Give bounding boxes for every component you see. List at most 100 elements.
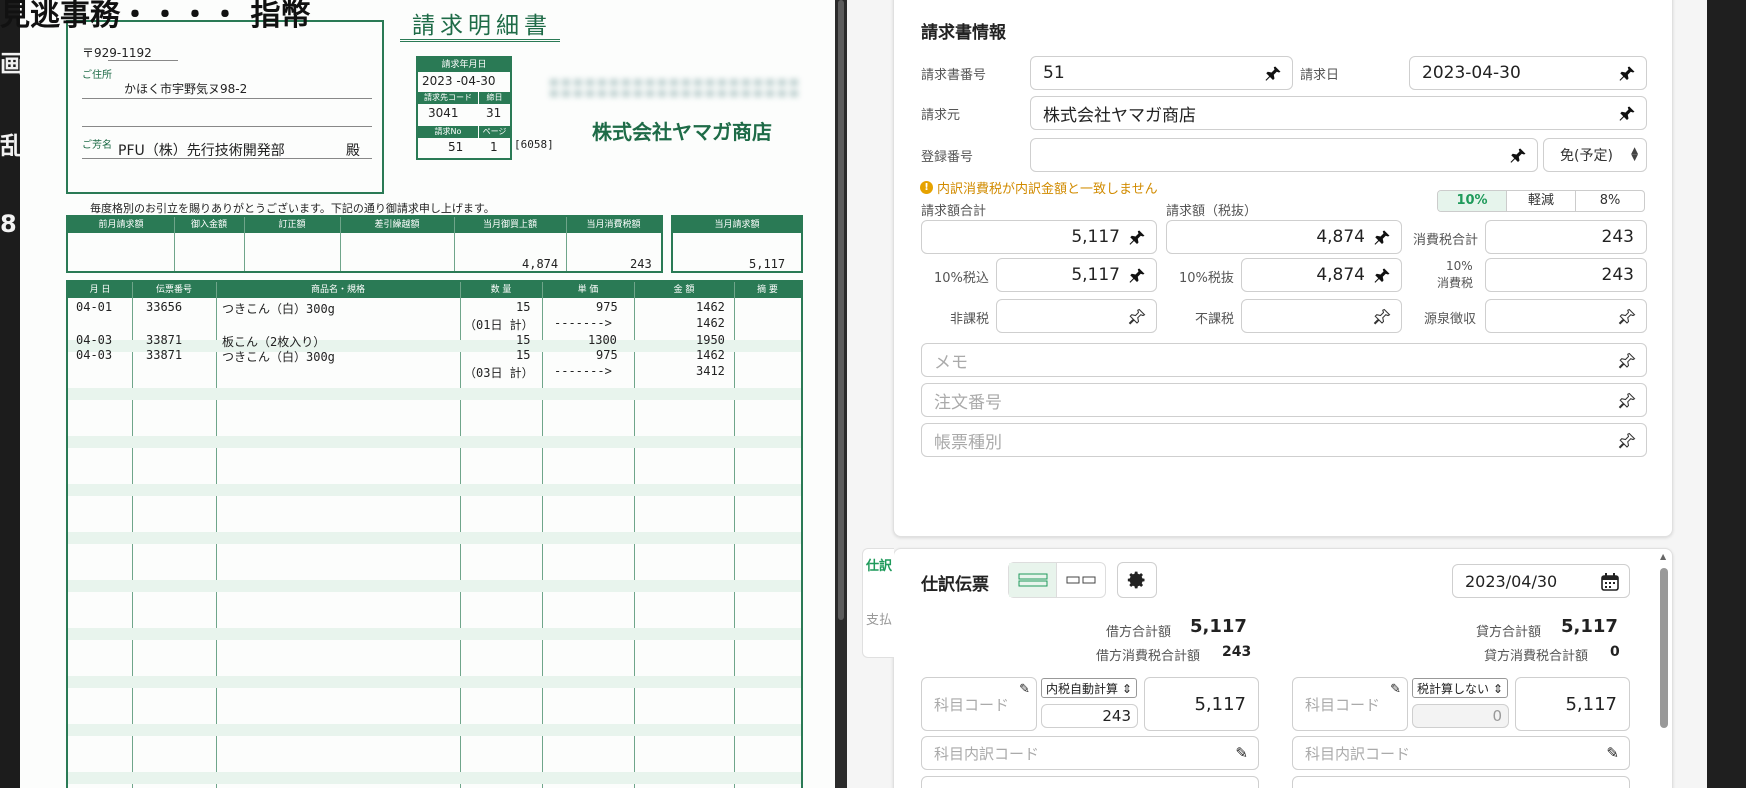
- order-number-field[interactable]: 注文番号: [921, 383, 1647, 417]
- postal-code: 〒929-1192: [82, 46, 152, 60]
- excl10-field[interactable]: 4,874: [1241, 258, 1402, 292]
- pin-icon[interactable]: [1509, 147, 1527, 165]
- tax-total-field[interactable]: 243: [1485, 220, 1647, 254]
- issuer-field[interactable]: 株式会社ヤマガ商店: [1030, 96, 1647, 130]
- excl10-label: 10%税抜: [1179, 271, 1234, 286]
- right-window-edge: [1707, 0, 1746, 788]
- registration-field[interactable]: [1030, 138, 1538, 172]
- pin-icon[interactable]: [1128, 229, 1146, 247]
- scrollbar-thumb[interactable]: [838, 0, 844, 620]
- pin-icon[interactable]: [1264, 65, 1282, 83]
- summary-header: 訂正額: [278, 220, 306, 230]
- tab-8-percent[interactable]: 8%: [1576, 191, 1644, 211]
- summary-header: 当月消費税額: [586, 220, 641, 230]
- credit-amount-field[interactable]: 5,117: [1515, 677, 1630, 731]
- no-label: 請求No: [418, 126, 478, 138]
- layout-side-icon[interactable]: [1057, 563, 1105, 597]
- pencil-icon[interactable]: ✎: [1606, 744, 1619, 762]
- credit-extra-row[interactable]: [1292, 776, 1630, 788]
- issuer-label: 請求元: [921, 108, 961, 123]
- layout-stacked-icon[interactable]: [1009, 563, 1057, 597]
- pin-icon[interactable]: [1128, 267, 1146, 285]
- tab-reduced[interactable]: 軽減: [1507, 191, 1576, 211]
- pane-splitter[interactable]: [835, 0, 847, 788]
- debit-tax-total: 243: [1222, 644, 1252, 660]
- close-label: 締日: [479, 92, 510, 104]
- memo-field[interactable]: メモ: [921, 343, 1647, 377]
- tab-journal[interactable]: 仕訳: [866, 560, 892, 574]
- journal-scrollbar[interactable]: ▲: [1658, 552, 1670, 788]
- settings-button[interactable]: [1117, 562, 1157, 598]
- purchase-amount: 4,874: [522, 257, 559, 271]
- nontaxable-field[interactable]: [996, 299, 1157, 333]
- summary-header: 前月請求額: [98, 220, 144, 230]
- tax-mismatch-warning: ! 内訳消費税が内訳金額と一致しません: [920, 178, 1158, 197]
- net-amount-field[interactable]: 4,874: [1166, 220, 1402, 254]
- total-box: 当月請求額 5,117: [671, 215, 803, 273]
- incl10-field[interactable]: 5,117: [996, 258, 1157, 292]
- debit-extra-row[interactable]: [921, 776, 1259, 788]
- debit-sub-account-field[interactable]: 科目内訳コード ✎: [921, 736, 1259, 770]
- document-type-field[interactable]: 帳票種別: [921, 423, 1647, 457]
- pencil-icon[interactable]: ✎: [1019, 682, 1030, 697]
- tax-rate-tabs[interactable]: 10% 軽減 8%: [1437, 190, 1645, 212]
- pin-icon[interactable]: [1618, 65, 1636, 83]
- total-label: 請求額合計: [921, 204, 987, 219]
- total-amount-field[interactable]: 5,117: [921, 220, 1157, 254]
- tab-payment[interactable]: 支払: [866, 614, 892, 628]
- summary-header: 当月御買上額: [482, 220, 537, 230]
- address-label: ご住所: [82, 70, 112, 81]
- nontaxable-label: 非課税: [950, 312, 990, 327]
- debit-account-code[interactable]: 科目コード ✎: [921, 677, 1037, 731]
- net-label: 請求額（税抜）: [1166, 204, 1258, 219]
- credit-tax-mode-select[interactable]: 税計算しない ⇕: [1412, 678, 1508, 698]
- withholding-field[interactable]: [1485, 299, 1647, 333]
- credit-sub-account-field[interactable]: 科目内訳コード ✎: [1292, 736, 1630, 770]
- pin-outline-icon[interactable]: [1618, 432, 1636, 450]
- credit-account-code[interactable]: 科目コード ✎: [1292, 677, 1408, 731]
- pencil-icon[interactable]: ✎: [1390, 682, 1401, 697]
- calendar-icon[interactable]: [1601, 573, 1619, 595]
- address-text: かほく市宇野気ヌ98-2: [124, 82, 248, 96]
- debit-tax-mode-select[interactable]: 内税自動計算 ⇕: [1041, 678, 1137, 698]
- total-header: 当月請求額: [673, 217, 801, 233]
- detail-header: 単 価: [577, 285, 599, 295]
- pin-outline-icon[interactable]: [1128, 308, 1146, 326]
- address-box: 〒929-1192 ご住所 かほく市宇野気ヌ98-2 ご芳名 PFU（株）先行技…: [66, 20, 384, 194]
- pin-outline-icon[interactable]: [1373, 308, 1391, 326]
- invoice-date-field[interactable]: 2023-04-30: [1409, 56, 1647, 90]
- journal-title: 仕訳伝票: [921, 575, 989, 595]
- withholding-label: 源泉徴収: [1424, 312, 1477, 327]
- pin-outline-icon[interactable]: [1618, 392, 1636, 410]
- pin-icon[interactable]: [1373, 267, 1391, 285]
- debit-amount-field[interactable]: 5,117: [1144, 677, 1259, 731]
- pin-outline-icon[interactable]: [1618, 308, 1636, 326]
- invoice-no-field[interactable]: 51: [1030, 56, 1293, 90]
- credit-total-label: 貸方合計額: [1476, 625, 1542, 640]
- customer-name: PFU（株）先行技術開発部: [118, 143, 285, 159]
- document-viewer[interactable]: 〒929-1192 ご住所 かほく市宇野気ヌ98-2 ご芳名 PFU（株）先行技…: [20, 0, 835, 788]
- exempt-field[interactable]: [1241, 299, 1402, 333]
- page-label: ページ: [479, 126, 510, 138]
- strip-char: 8: [0, 210, 17, 238]
- issuer-company: 株式会社ヤマガ商店: [592, 120, 772, 144]
- tax10-field[interactable]: 243: [1485, 258, 1647, 292]
- scrollbar-thumb[interactable]: [1660, 568, 1668, 728]
- layout-toggle[interactable]: [1008, 562, 1106, 598]
- detail-header: 伝票番号: [155, 285, 192, 295]
- name-label: ご芳名: [82, 140, 112, 151]
- tab-10-percent[interactable]: 10%: [1438, 191, 1507, 211]
- pin-outline-icon[interactable]: [1618, 352, 1636, 370]
- total-amount: 5,117: [749, 257, 786, 271]
- debit-tax-label: 借方消費税合計額: [1096, 649, 1201, 664]
- detail-header: 金 額: [673, 285, 695, 295]
- credit-tax-total: 0: [1610, 644, 1620, 660]
- debit-tax-value[interactable]: 243: [1041, 704, 1138, 728]
- journal-date-field[interactable]: 2023/04/30: [1452, 564, 1630, 598]
- summary-header: 御入金額: [190, 220, 227, 230]
- invoice-date: 2023 -04-30: [422, 74, 496, 88]
- pin-icon[interactable]: [1618, 105, 1636, 123]
- pin-icon[interactable]: [1373, 229, 1391, 247]
- registration-status-select[interactable]: 免(予定) ▲ ▼: [1543, 138, 1647, 172]
- pencil-icon[interactable]: ✎: [1235, 744, 1248, 762]
